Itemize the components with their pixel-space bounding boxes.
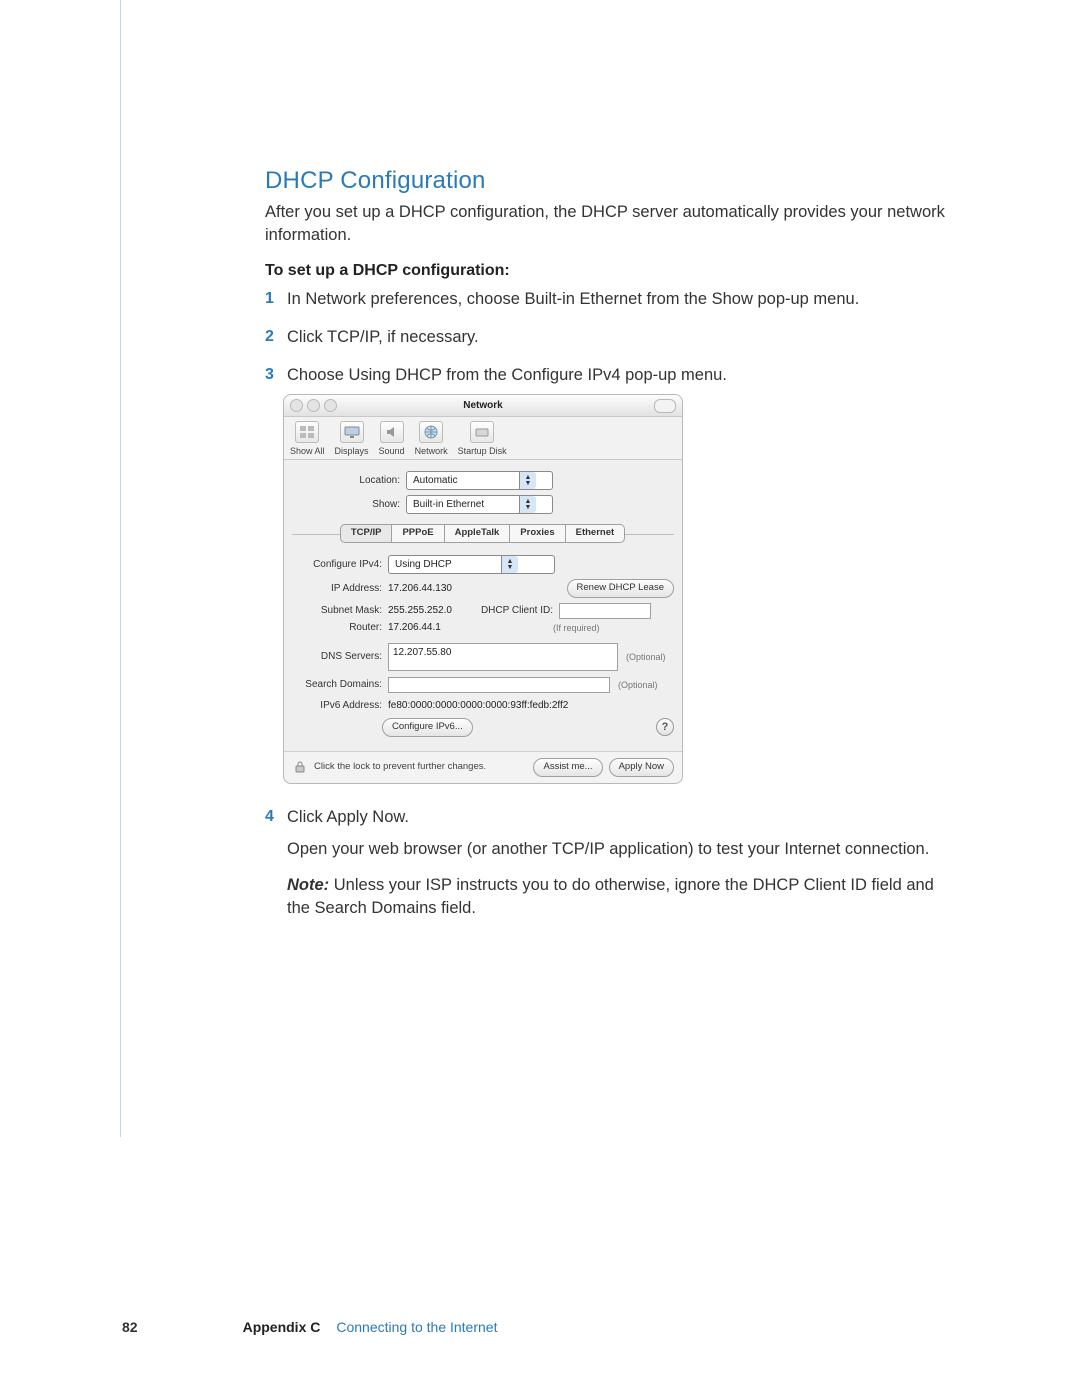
page-footer: 82 Appendix C Connecting to the Internet bbox=[122, 1318, 497, 1337]
show-label: Show: bbox=[292, 498, 406, 512]
lock-text: Click the lock to prevent further change… bbox=[314, 761, 486, 774]
window-titlebar: Network bbox=[284, 395, 682, 417]
renew-dhcp-button[interactable]: Renew DHCP Lease bbox=[567, 579, 674, 598]
toolbar-toggle-icon[interactable] bbox=[654, 399, 676, 413]
page-number: 82 bbox=[122, 1318, 138, 1337]
section-heading: DHCP Configuration bbox=[265, 165, 955, 197]
client-id-hint: (If required) bbox=[553, 622, 600, 634]
procedure-title: To set up a DHCP configuration: bbox=[265, 260, 955, 282]
tab-appletalk[interactable]: AppleTalk bbox=[444, 524, 511, 543]
step-2: Click TCP/IP, if necessary. bbox=[265, 326, 955, 348]
step-4-text: Click Apply Now. bbox=[287, 808, 409, 826]
dhcp-client-id-input[interactable] bbox=[559, 603, 651, 619]
location-label: Location: bbox=[292, 474, 406, 488]
note-paragraph: Note: Unless your ISP instructs you to d… bbox=[287, 874, 955, 919]
note-lead: Note: bbox=[287, 876, 329, 894]
assist-me-button[interactable]: Assist me... bbox=[533, 758, 602, 777]
sound-icon bbox=[380, 421, 404, 443]
chevron-updown-icon: ▲▼ bbox=[519, 472, 536, 489]
location-select[interactable]: Automatic ▲▼ bbox=[406, 471, 553, 490]
note-body: Unless your ISP instructs you to do othe… bbox=[287, 876, 934, 916]
tab-proxies[interactable]: Proxies bbox=[509, 524, 565, 543]
toolbar-startup-disk[interactable]: Startup Disk bbox=[458, 421, 507, 457]
chevron-updown-icon: ▲▼ bbox=[501, 556, 518, 573]
show-select[interactable]: Built-in Ethernet ▲▼ bbox=[406, 495, 553, 514]
configure-ipv4-select[interactable]: Using DHCP ▲▼ bbox=[388, 555, 555, 574]
window-title: Network bbox=[463, 400, 502, 411]
router-value: 17.206.44.1 bbox=[388, 621, 478, 635]
appendix-label: Appendix C bbox=[243, 1318, 321, 1337]
prefs-toolbar: Show All Displays bbox=[284, 417, 682, 460]
tcpip-tabs: TCP/IP PPPoE AppleTalk Proxies Ethernet bbox=[292, 524, 674, 543]
search-optional: (Optional) bbox=[618, 679, 658, 691]
chapter-title: Connecting to the Internet bbox=[336, 1318, 497, 1337]
configure-ipv4-label: Configure IPv4: bbox=[292, 558, 388, 572]
lock-icon[interactable] bbox=[292, 759, 308, 775]
ipv6-address-label: IPv6 Address: bbox=[292, 699, 388, 713]
step-3-text: Choose Using DHCP from the Configure IPv… bbox=[287, 366, 727, 384]
toolbar-show-all[interactable]: Show All bbox=[290, 421, 325, 457]
startup-disk-icon bbox=[470, 421, 494, 443]
tab-tcpip[interactable]: TCP/IP bbox=[340, 524, 393, 543]
step-3: Choose Using DHCP from the Configure IPv… bbox=[265, 364, 955, 784]
network-prefs-window: Network Show All bbox=[283, 394, 683, 783]
subnet-value: 255.255.252.0 bbox=[388, 604, 478, 618]
ipv6-address-value: fe80:0000:0000:0000:0000:93ff:fedb:2ff2 bbox=[388, 699, 568, 713]
chevron-updown-icon: ▲▼ bbox=[519, 496, 536, 513]
grid-icon bbox=[295, 421, 319, 443]
toolbar-displays[interactable]: Displays bbox=[335, 421, 369, 457]
traffic-lights[interactable] bbox=[290, 399, 337, 412]
ip-address-label: IP Address: bbox=[292, 582, 388, 596]
network-icon bbox=[419, 421, 443, 443]
toolbar-sound[interactable]: Sound bbox=[379, 421, 405, 457]
step-4-post-a: Open your web browser (or another TCP/IP… bbox=[287, 838, 955, 860]
dhcp-client-id-label: DHCP Client ID: bbox=[478, 604, 559, 618]
search-domains-input[interactable] bbox=[388, 677, 610, 693]
dns-optional: (Optional) bbox=[626, 651, 666, 663]
help-icon[interactable]: ? bbox=[656, 718, 674, 736]
intro-paragraph: After you set up a DHCP configuration, t… bbox=[265, 201, 955, 246]
dns-servers-input[interactable]: 12.207.55.80 bbox=[388, 643, 618, 671]
ip-address-value: 17.206.44.130 bbox=[388, 582, 508, 596]
margin-rule bbox=[120, 0, 121, 1137]
dns-label: DNS Servers: bbox=[292, 650, 388, 664]
tab-ethernet[interactable]: Ethernet bbox=[565, 524, 626, 543]
toolbar-network[interactable]: Network bbox=[415, 421, 448, 457]
subnet-label: Subnet Mask: bbox=[292, 604, 388, 618]
step-1: In Network preferences, choose Built-in … bbox=[265, 288, 955, 310]
step-4: Click Apply Now. Open your web browser (… bbox=[265, 806, 955, 919]
apply-now-button[interactable]: Apply Now bbox=[609, 758, 674, 777]
router-label: Router: bbox=[292, 621, 388, 635]
display-icon bbox=[340, 421, 364, 443]
search-domains-label: Search Domains: bbox=[292, 678, 388, 692]
configure-ipv6-button[interactable]: Configure IPv6... bbox=[382, 718, 473, 737]
tab-pppoe[interactable]: PPPoE bbox=[391, 524, 444, 543]
